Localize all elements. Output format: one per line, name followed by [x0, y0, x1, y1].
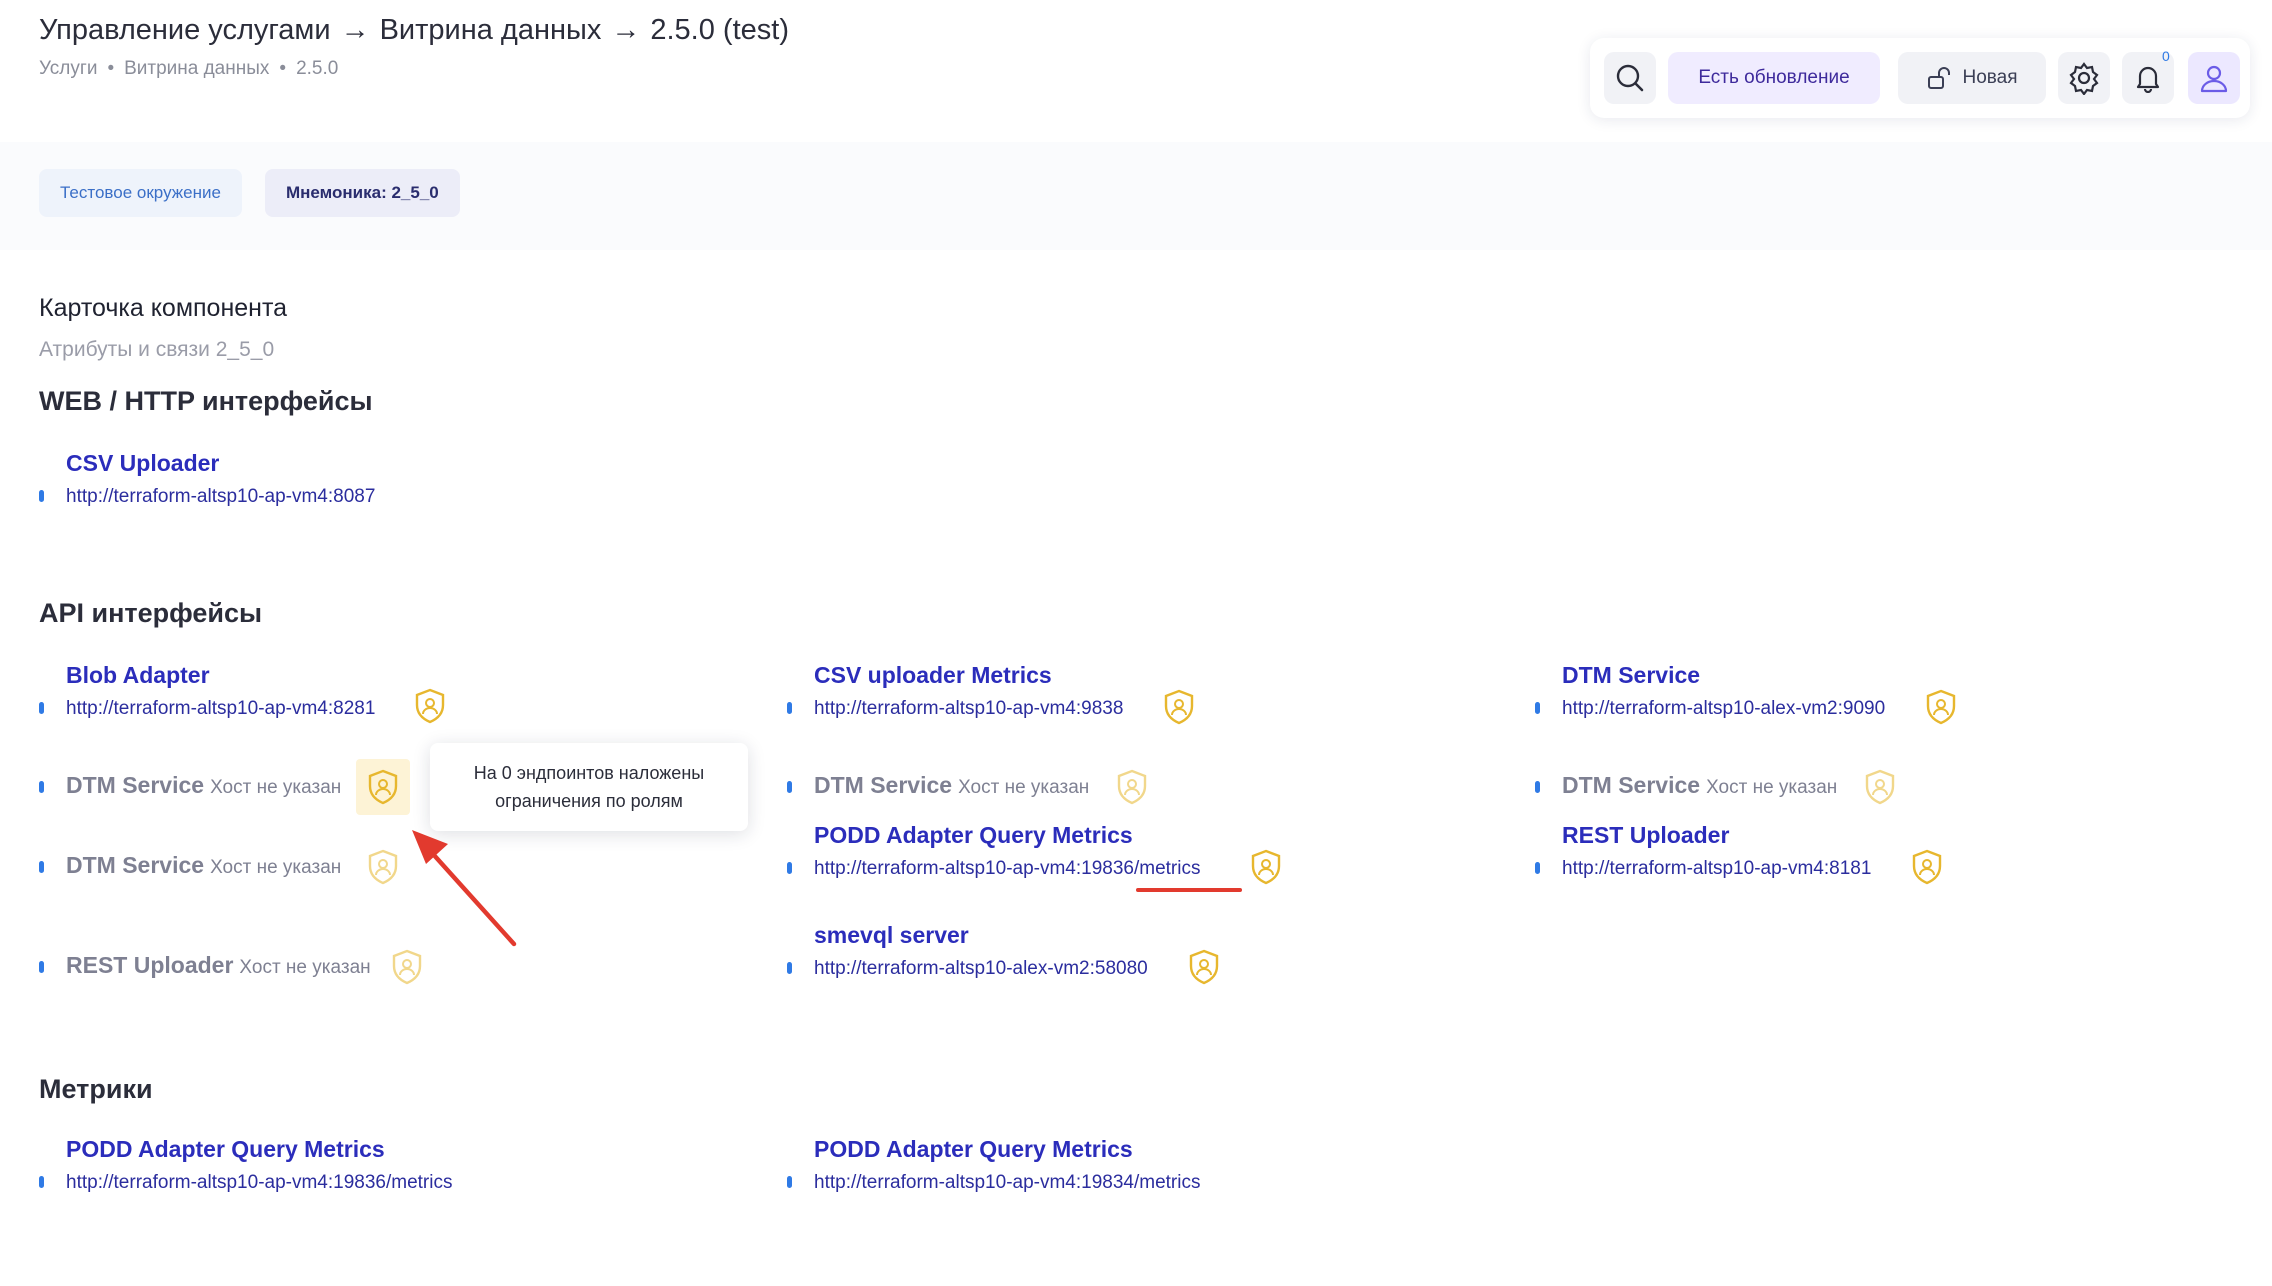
- metric-item-url[interactable]: http://terraform-altsp10-ap-vm4:19836/me…: [66, 1172, 453, 1194]
- title-part-services[interactable]: Управление услугами: [39, 14, 331, 46]
- user-icon: [2200, 65, 2228, 93]
- title-part-version: 2.5.0 (test): [650, 14, 789, 46]
- breadcrumb: Услуги • Витрина данных • 2.5.0: [39, 58, 338, 80]
- web-interfaces-title: WEB / HTTP интерфейсы: [39, 386, 373, 416]
- shield-user-icon[interactable]: [391, 949, 423, 985]
- api-item-name[interactable]: Blob Adapter: [66, 662, 210, 689]
- breadcrumb-item-showcase[interactable]: Витрина данных: [124, 58, 269, 79]
- item-bullet: [39, 961, 44, 973]
- web-item-url[interactable]: http://terraform-altsp10-ap-vm4:8087: [66, 486, 375, 508]
- api-item-url[interactable]: http://terraform-altsp10-ap-vm4:19836/me…: [814, 858, 1201, 880]
- item-bullet: [1535, 862, 1540, 874]
- item-bullet: [787, 702, 792, 714]
- tooltip-line: ограничения по ролям: [495, 791, 683, 811]
- gear-icon: [2069, 62, 2099, 95]
- api-item-name-disabled: DTM Service Хост не указан: [814, 772, 1089, 799]
- metric-item-name[interactable]: PODD Adapter Query Metrics: [814, 1136, 1133, 1163]
- shield-user-icon[interactable]: [1188, 949, 1220, 985]
- shield-user-icon[interactable]: [1250, 849, 1282, 885]
- api-item-name: DTM Service: [1562, 772, 1701, 798]
- item-bullet: [39, 490, 44, 502]
- unlock-icon: [1928, 67, 1951, 89]
- api-item-url[interactable]: http://terraform-altsp10-ap-vm4:8181: [1562, 858, 1871, 880]
- user-avatar-button[interactable]: [2188, 52, 2240, 104]
- api-item-name: DTM Service: [814, 772, 953, 798]
- page-title: Управление услугами → Витрина данных → 2.5.0…: [39, 14, 789, 47]
- api-item-name[interactable]: CSV uploader Metrics: [814, 662, 1052, 689]
- shield-user-icon[interactable]: [1864, 769, 1896, 805]
- annotation-arrow: [412, 830, 517, 947]
- role-restrictions-tooltip: На 0 эндпоинтов наложены ограничения по …: [430, 743, 748, 831]
- breadcrumb-separator: •: [107, 58, 115, 79]
- settings-button[interactable]: [2058, 52, 2110, 104]
- api-item-url[interactable]: http://terraform-altsp10-alex-vm2:58080: [814, 958, 1148, 980]
- no-host-label: Хост не указан: [239, 957, 371, 978]
- component-card-title: Карточка компонента: [39, 294, 288, 322]
- api-item-url[interactable]: http://terraform-altsp10-alex-vm2:9090: [1562, 698, 1885, 720]
- title-part-showcase[interactable]: Витрина данных: [380, 14, 602, 46]
- no-host-label: Хост не указан: [210, 857, 342, 878]
- api-interfaces-title: API интерфейсы: [39, 598, 263, 628]
- top-toolbar: Есть обновление Новая 0: [1590, 38, 2250, 118]
- shield-user-icon[interactable]: [1163, 689, 1195, 725]
- metrics-title: Метрики: [39, 1074, 153, 1104]
- update-available-button[interactable]: Есть обновление: [1668, 52, 1880, 104]
- bell-icon: [2136, 66, 2160, 93]
- web-item-name[interactable]: CSV Uploader: [66, 450, 219, 477]
- item-bullet: [787, 862, 792, 874]
- title-arrow: →: [611, 14, 641, 46]
- environment-chip: Тестовое окружение: [39, 169, 242, 217]
- shield-user-icon[interactable]: [367, 849, 399, 885]
- mnemonic-chip: Мнемоника: 2_5_0: [265, 169, 460, 217]
- api-item-url[interactable]: http://terraform-altsp10-ap-vm4:9838: [814, 698, 1123, 720]
- new-version-button[interactable]: Новая: [1898, 52, 2046, 104]
- shield-user-icon[interactable]: [1925, 689, 1957, 725]
- item-bullet: [1535, 781, 1540, 793]
- shield-user-icon[interactable]: [367, 769, 399, 805]
- item-bullet: [39, 702, 44, 714]
- title-arrow: →: [340, 14, 370, 46]
- no-host-label: Хост не указан: [958, 777, 1090, 798]
- api-item-name-disabled: DTM Service Хост не указан: [66, 772, 341, 799]
- shield-user-icon[interactable]: [414, 688, 446, 724]
- no-host-label: Хост не указан: [210, 777, 342, 798]
- item-bullet: [39, 781, 44, 793]
- shield-user-icon[interactable]: [1911, 849, 1943, 885]
- search-icon: [1616, 64, 1644, 92]
- new-version-label: Новая: [1962, 67, 2018, 88]
- item-bullet: [39, 861, 44, 873]
- api-item-name-disabled: DTM Service Хост не указан: [1562, 772, 1837, 799]
- shield-user-icon[interactable]: [1116, 769, 1148, 805]
- component-card-subtitle: Атрибуты и связи 2_5_0: [39, 338, 275, 361]
- item-bullet: [787, 1176, 792, 1188]
- api-item-name: DTM Service: [66, 772, 205, 798]
- search-button[interactable]: [1604, 52, 1656, 104]
- breadcrumb-item-services[interactable]: Услуги: [39, 58, 97, 79]
- metric-item-url[interactable]: http://terraform-altsp10-ap-vm4:19834/me…: [814, 1172, 1201, 1194]
- api-item-name[interactable]: REST Uploader: [1562, 822, 1729, 849]
- item-bullet: [39, 1176, 44, 1188]
- item-bullet: [787, 962, 792, 974]
- item-bullet: [1535, 702, 1540, 714]
- breadcrumb-separator: •: [279, 58, 287, 79]
- api-item-url[interactable]: http://terraform-altsp10-ap-vm4:8281: [66, 698, 375, 720]
- api-item-name[interactable]: DTM Service: [1562, 662, 1700, 689]
- tooltip-line: На 0 эндпоинтов наложены: [473, 763, 705, 783]
- api-item-name: DTM Service: [66, 852, 205, 878]
- breadcrumb-item-version: 2.5.0: [296, 58, 339, 79]
- api-item-name[interactable]: smevql server: [814, 922, 969, 949]
- api-item-name-disabled: DTM Service Хост не указан: [66, 852, 341, 879]
- notifications-count-badge: 0: [2162, 48, 2170, 64]
- no-host-label: Хост не указан: [1706, 777, 1838, 798]
- api-item-name-disabled: REST Uploader Хост не указан: [66, 952, 371, 979]
- api-item-name: REST Uploader: [66, 952, 234, 978]
- item-bullet: [787, 781, 792, 793]
- metric-item-name[interactable]: PODD Adapter Query Metrics: [66, 1136, 385, 1163]
- annotation-underline: [1136, 888, 1242, 892]
- api-item-name[interactable]: PODD Adapter Query Metrics: [814, 822, 1133, 849]
